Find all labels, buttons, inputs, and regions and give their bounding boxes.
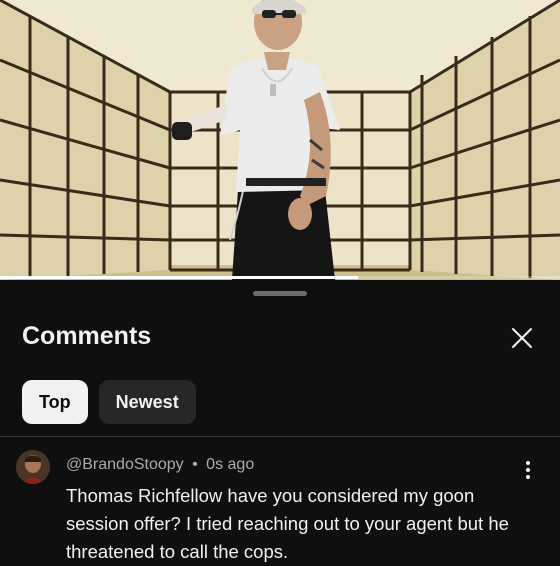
avatar[interactable]: [16, 450, 50, 484]
comments-sheet: Comments Top Newest @BrandoStoopy • 0s a…: [0, 280, 560, 562]
comments-title: Comments: [22, 322, 152, 350]
video-progress-fill: [0, 276, 359, 279]
comment-time: 0s ago: [206, 456, 255, 473]
comment-menu-button[interactable]: [518, 458, 538, 482]
chip-newest[interactable]: Newest: [98, 380, 196, 424]
drag-handle[interactable]: [253, 291, 307, 296]
video-progress-bar[interactable]: [0, 276, 560, 279]
video-frame: [0, 0, 560, 280]
divider: [0, 436, 560, 437]
meta-separator: •: [192, 456, 198, 473]
close-button[interactable]: [508, 324, 536, 352]
close-icon: [512, 328, 532, 348]
comment-author[interactable]: @BrandoStoopy: [66, 456, 184, 473]
sort-chips: Top Newest: [22, 380, 196, 424]
avatar-image: [16, 450, 50, 484]
video-player[interactable]: [0, 0, 560, 280]
chip-top[interactable]: Top: [22, 380, 88, 424]
comment-meta: @BrandoStoopy • 0s ago: [66, 456, 254, 474]
comment-text: Thomas Richfellow have you considered my…: [66, 485, 509, 562]
more-vertical-icon: [526, 461, 530, 479]
